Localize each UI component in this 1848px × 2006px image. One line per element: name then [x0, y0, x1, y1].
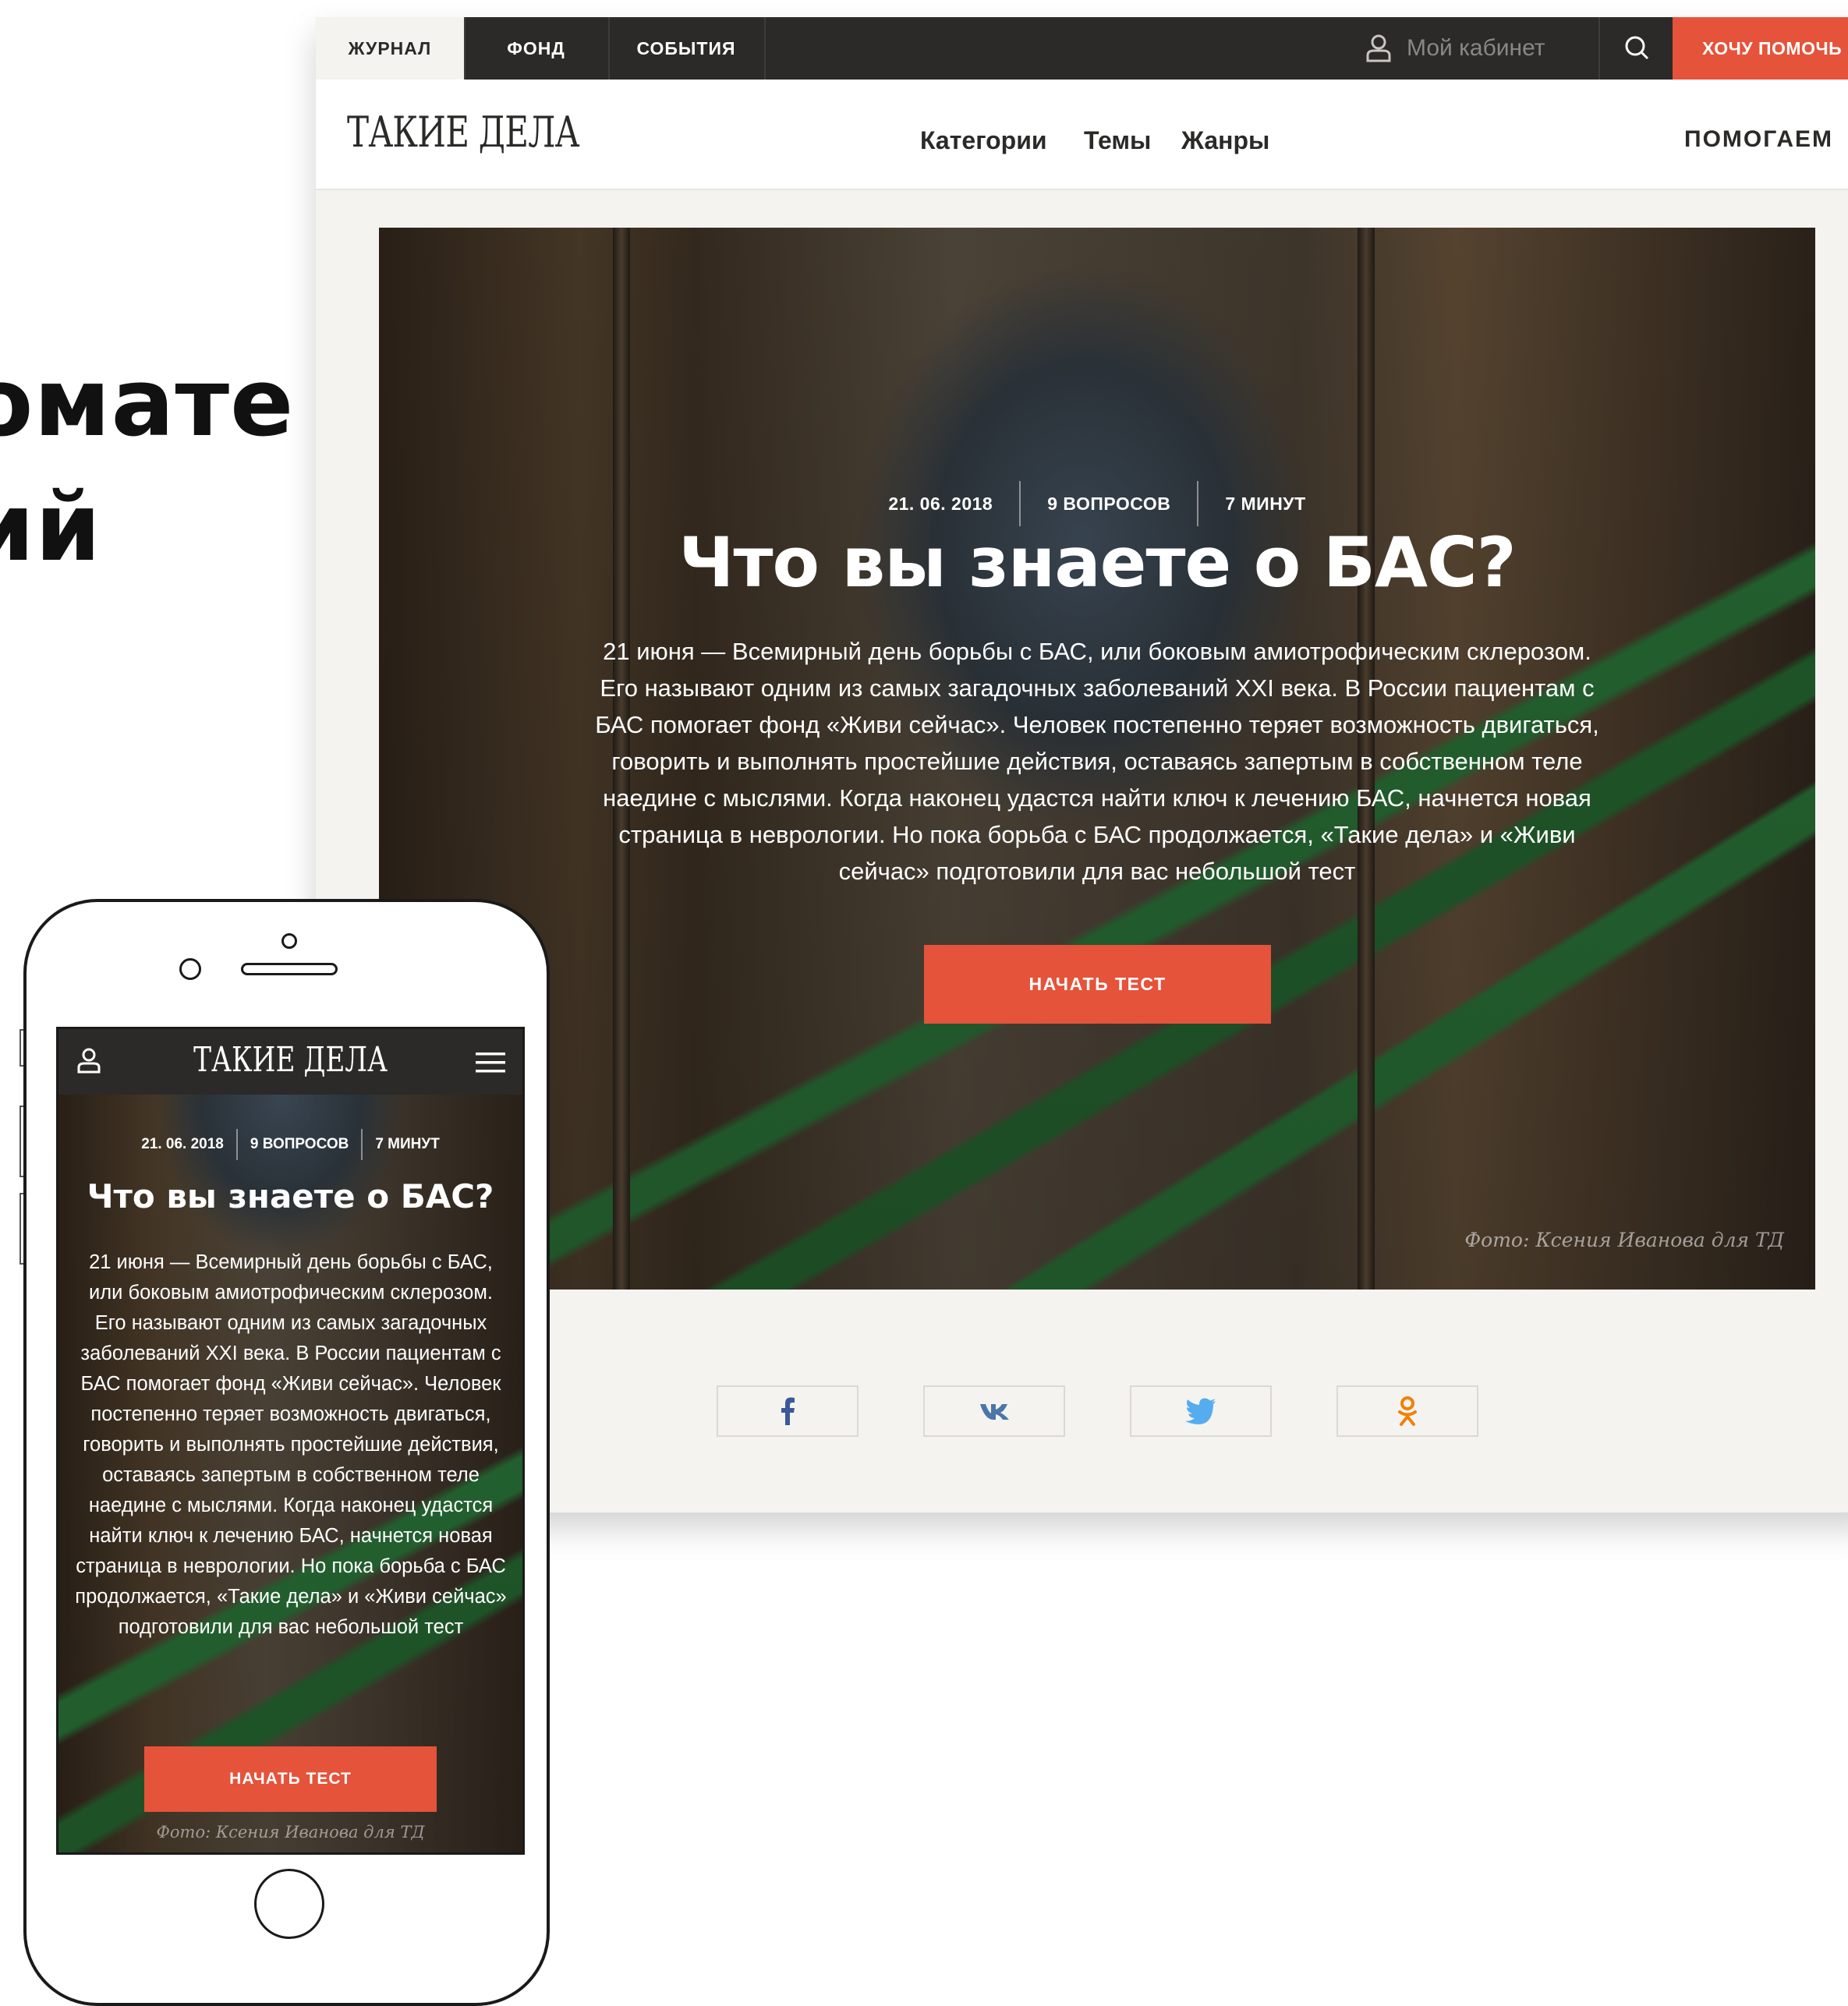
vk-icon: [980, 1404, 1009, 1420]
odnoklassniki-icon: [1398, 1396, 1417, 1426]
nav-genres[interactable]: Жанры: [1181, 126, 1269, 155]
top-bar: ЖУРНАЛ ФОНД СОБЫТИЯ Мой кабинет ХОЧУ ПОМ…: [316, 17, 1848, 80]
nav-we-help[interactable]: ПОМОГАЕМ: [1684, 126, 1833, 153]
facebook-icon: [781, 1397, 795, 1425]
nav-topics[interactable]: Темы: [1084, 126, 1151, 155]
quiz-meta: 21. 06. 2018 9 ВОПРОСОВ 7 МИНУТ: [379, 481, 1815, 526]
mobile-logo-text: ТАКИЕ ДЕЛА: [193, 1040, 388, 1080]
tab-journal[interactable]: ЖУРНАЛ: [316, 17, 466, 80]
quiz-questions: 9 ВОПРОСОВ: [1047, 493, 1171, 514]
share-twitter-button[interactable]: [1130, 1385, 1272, 1437]
phone-camera: [179, 958, 201, 980]
search-icon: [1625, 36, 1648, 60]
mobile-quiz-description: 21 июня — Всемирный день борьбы с БАС, и…: [75, 1251, 507, 1638]
mobile-quiz-date: 21. 06. 2018: [141, 1136, 224, 1152]
share-facebook-button[interactable]: [717, 1385, 859, 1437]
tab-fund[interactable]: ФОНД: [464, 17, 610, 80]
site-logo[interactable]: ТАКИЕ ДЕЛА: [347, 108, 579, 157]
quiz-date: 21. 06. 2018: [888, 493, 993, 514]
cabinet-label: Мой кабинет: [1407, 35, 1545, 61]
phone-mockup: ТАКИЕ ДЕЛА 21. 06. 2018 9 ВОПРОСОВ 7 МИН…: [23, 899, 550, 2006]
quiz-description: 21 июня — Всемирный день борьбы с БАС, и…: [595, 638, 1599, 885]
help-button[interactable]: ХОЧУ ПОМОЧЬ: [1673, 17, 1848, 80]
hamburger-menu-icon: [476, 1053, 505, 1073]
mobile-logo[interactable]: ТАКИЕ ДЕЛА: [58, 1040, 522, 1080]
main-nav: ТАКИЕ ДЕЛА Категории Темы Жанры ПОМОГАЕМ: [316, 80, 1848, 190]
phone-speaker: [241, 963, 338, 975]
background-heading-line1: омате: [0, 349, 295, 458]
share-odnoklassniki-button[interactable]: [1336, 1385, 1478, 1437]
user-icon: [1366, 34, 1391, 62]
share-vk-button[interactable]: [923, 1385, 1065, 1437]
nav-categories[interactable]: Категории: [920, 126, 1047, 155]
mobile-quiz-meta: 21. 06. 2018 9 ВОПРОСОВ 7 МИНУТ: [58, 1129, 522, 1160]
mobile-quiz-questions: 9 ВОПРОСОВ: [250, 1136, 349, 1152]
quiz-duration: 7 МИНУТ: [1225, 493, 1306, 514]
mobile-start-test-button[interactable]: НАЧАТЬ ТЕСТ: [144, 1746, 437, 1812]
quiz-title: Что вы знаете о БАС?: [678, 522, 1516, 603]
cabinet-link[interactable]: Мой кабинет: [1365, 17, 1545, 80]
tab-events[interactable]: СОБЫТИЯ: [608, 17, 766, 80]
start-test-button[interactable]: НАЧАТЬ ТЕСТ: [924, 945, 1271, 1024]
mobile-photo-credit: Фото: Ксения Иванова для ТД: [156, 1823, 425, 1841]
mobile-menu-button[interactable]: [476, 1051, 505, 1077]
background-heading-line2: ий: [0, 474, 102, 582]
mobile-quiz-duration: 7 МИНУТ: [375, 1136, 440, 1152]
twitter-icon: [1185, 1398, 1216, 1424]
photo-credit: Фото: Ксения Иванова для ТД: [1464, 1229, 1784, 1251]
phone-home-button: [254, 1869, 324, 1939]
mobile-quiz-title: Что вы знаете о БАС?: [87, 1177, 494, 1215]
phone-screen: ТАКИЕ ДЕЛА 21. 06. 2018 9 ВОПРОСОВ 7 МИН…: [56, 1027, 525, 1855]
hero-banner: 21. 06. 2018 9 ВОПРОСОВ 7 МИНУТ Что вы з…: [379, 228, 1815, 1290]
search-button[interactable]: [1598, 17, 1674, 80]
mobile-header: ТАКИЕ ДЕЛА: [58, 1029, 522, 1095]
phone-sensor: [281, 933, 297, 949]
